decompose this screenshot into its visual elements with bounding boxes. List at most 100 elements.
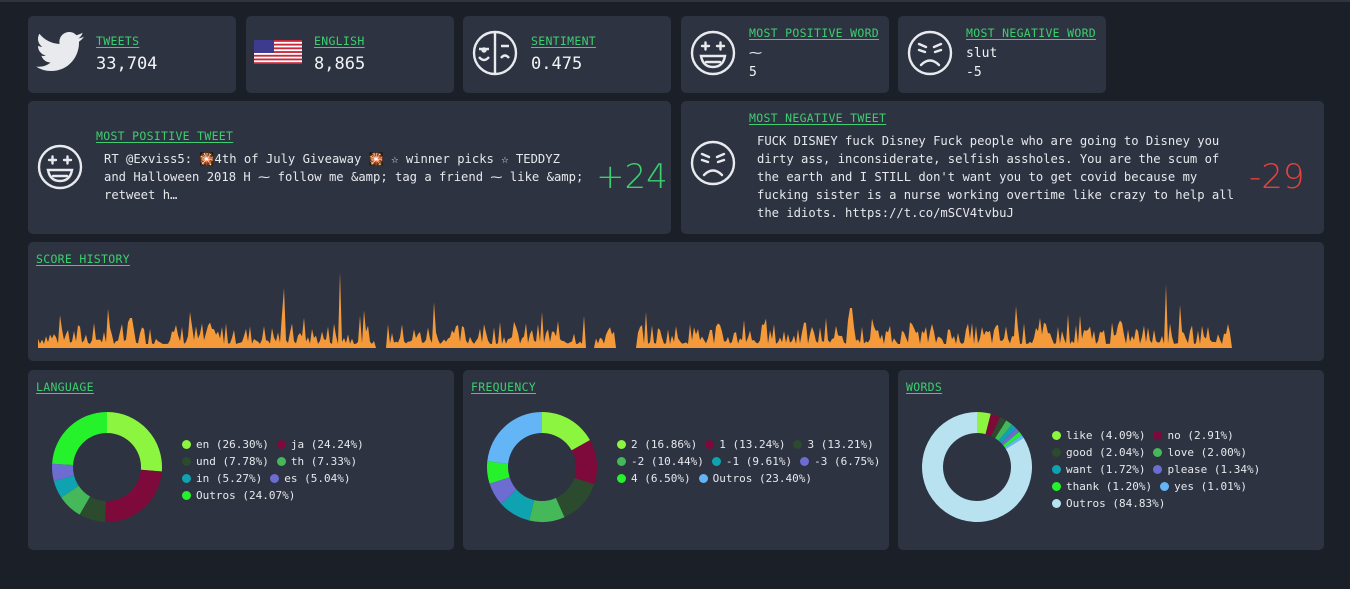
legend-label: thank (1.20%) <box>1066 480 1153 493</box>
us-flag-icon <box>254 40 302 64</box>
most-negative-word-value: slut <box>966 46 998 61</box>
donut-slice <box>107 412 162 472</box>
legend-item[interactable]: 1 (13.24%) <box>705 438 785 451</box>
legend-label: en (26.30%) <box>196 438 269 451</box>
sentiment-card: SENTIMENT 0.475 <box>463 16 671 93</box>
language-card: LANGUAGE en (26.30%) ja (24.24%) und (7.78… <box>28 370 454 550</box>
legend-item[interactable]: es (5.04%) <box>270 472 350 485</box>
score-history-label: SCORE HISTORY <box>36 252 130 266</box>
legend-item[interactable]: en (26.30%) <box>182 438 269 451</box>
tweet-line: retweet h… <box>104 188 178 202</box>
legend-label: -3 (6.75%) <box>814 455 881 468</box>
frequency-label: FREQUENCY <box>471 380 537 394</box>
legend-swatch <box>711 457 721 466</box>
donut-slice <box>105 469 162 522</box>
words-legend: like (4.09%) no (2.91%) good (2.04%) love (… <box>1052 427 1268 512</box>
legend-item[interactable]: love (2.00%) <box>1153 446 1247 459</box>
legend-label: Outros (84.83%) <box>1066 497 1166 510</box>
most-negative-tweet-text: FUCK DISNEY fuck Disney Fuck people who … <box>757 132 1234 222</box>
legend-item[interactable]: please (1.34%) <box>1153 463 1260 476</box>
legend-label: yes (1.01%) <box>1174 480 1247 493</box>
legend-item[interactable]: in (5.27%) <box>182 472 262 485</box>
legend-item[interactable]: -3 (6.75%) <box>800 455 880 468</box>
legend-item[interactable]: want (1.72%) <box>1052 463 1145 476</box>
most-positive-tweet-score: +24 <box>596 157 668 197</box>
legend-row: 2 (16.86%) 1 (13.24%) 3 (13.21%) <box>617 436 888 453</box>
legend-row: und (7.78%) th (7.33%) <box>182 453 372 470</box>
legend-swatch <box>1052 482 1061 491</box>
legend-swatch <box>800 457 810 466</box>
language-label: LANGUAGE <box>36 380 94 394</box>
legend-swatch <box>698 474 708 483</box>
legend-item[interactable]: Outros (84.83%) <box>1052 497 1165 510</box>
most-positive-word-card: MOST POSITIVE WORD ⁓ 5 <box>681 16 889 93</box>
legend-item[interactable]: Outros (23.40%) <box>698 472 812 485</box>
legend-label: 2 (16.86%) <box>631 438 698 451</box>
most-positive-tweet-card: MOST POSITIVE TWEET RT @Exviss5: 🎇4th of… <box>28 101 671 234</box>
tweet-line: the earth and I STILL don't want you to … <box>757 170 1198 184</box>
legend-label: 4 (6.50%) <box>631 472 691 485</box>
legend-swatch <box>705 440 715 449</box>
legend-item[interactable]: no (2.91%) <box>1153 429 1234 442</box>
legend-label: -2 (10.44%) <box>631 455 704 468</box>
legend-item[interactable]: good (2.04%) <box>1052 446 1145 459</box>
legend-item[interactable]: like (4.09%) <box>1052 429 1145 442</box>
legend-label: in (5.27%) <box>196 472 263 485</box>
legend-item[interactable]: Outros (24.07%) <box>182 489 295 502</box>
legend-item[interactable]: thank (1.20%) <box>1052 480 1152 493</box>
legend-label: please (1.34%) <box>1167 463 1261 476</box>
words-donut-chart <box>922 412 1032 522</box>
legend-label: Outros (23.40%) <box>712 472 812 485</box>
frequency-card: FREQUENCY 2 (16.86%) 1 (13.24%) 3 (13.21%)… <box>463 370 889 550</box>
tweet-line: and Halloween 2018 H ⁓ follow me &amp; t… <box>104 170 584 184</box>
legend-item[interactable]: th (7.33%) <box>276 455 358 468</box>
legend-swatch <box>617 457 626 466</box>
tweets-value: 33,704 <box>96 54 158 74</box>
tweets-label: TWEETS <box>96 34 140 48</box>
tweet-line: RT @Exviss5: 🎇4th of July Giveaway 🎇 ☆ w… <box>104 152 560 166</box>
sentiment-value: 0.475 <box>531 54 583 74</box>
legend-item[interactable]: 4 (6.50%) <box>617 472 691 485</box>
legend-label: ja (24.24%) <box>290 438 364 451</box>
most-negative-tweet-card: MOST NEGATIVE TWEET FUCK DISNEY fuck Dis… <box>681 101 1324 234</box>
legend-swatch <box>1052 431 1061 440</box>
legend-item[interactable]: 2 (16.86%) <box>617 438 697 451</box>
most-positive-word-value: ⁓ <box>749 46 762 61</box>
window-top-border <box>0 0 1350 2</box>
legend-swatch <box>1153 465 1163 474</box>
legend-swatch <box>1153 448 1163 457</box>
legend-item[interactable]: yes (1.01%) <box>1160 480 1247 493</box>
legend-swatch <box>1052 448 1061 457</box>
sentiment-mask-icon <box>472 30 518 76</box>
score-history-card: SCORE HISTORY <box>28 242 1324 361</box>
legend-label: Outros (24.07%) <box>196 489 296 502</box>
legend-row: thank (1.20%) yes (1.01%) <box>1052 478 1268 495</box>
legend-row: like (4.09%) no (2.91%) <box>1052 427 1268 444</box>
legend-label: th (7.33%) <box>290 455 358 468</box>
english-value: 8,865 <box>314 54 366 74</box>
twitter-bird-icon <box>36 32 84 71</box>
legend-row: Outros (84.83%) <box>1052 495 1268 512</box>
legend-item[interactable]: und (7.78%) <box>182 455 269 468</box>
words-card: WORDS like (4.09%) no (2.91%) good (2.04%)… <box>898 370 1324 550</box>
most-negative-word-score: -5 <box>966 65 982 80</box>
legend-label: want (1.72%) <box>1066 463 1146 476</box>
legend-swatch <box>276 457 286 466</box>
legend-label: und (7.78%) <box>196 455 269 468</box>
legend-item[interactable]: -1 (9.61%) <box>711 455 793 468</box>
most-negative-tweet-score: -29 <box>1249 157 1305 197</box>
legend-item[interactable]: ja (24.24%) <box>276 438 364 451</box>
tweets-card: TWEETS 33,704 <box>28 16 236 93</box>
legend-item[interactable]: -2 (10.44%) <box>617 455 704 468</box>
legend-swatch <box>617 440 626 449</box>
legend-row: -2 (10.44%) -1 (9.61%) -3 (6.75%) <box>617 453 888 470</box>
legend-swatch <box>182 474 191 483</box>
legend-label: -1 (9.61%) <box>725 455 793 468</box>
legend-label: good (2.04%) <box>1066 446 1146 459</box>
most-positive-word-score: 5 <box>749 65 757 80</box>
legend-swatch <box>270 474 280 483</box>
score-history-chart <box>38 272 1234 348</box>
legend-item[interactable]: 3 (13.21%) <box>793 438 874 451</box>
most-positive-tweet-text: RT @Exviss5: 🎇4th of July Giveaway 🎇 ☆ w… <box>104 150 583 204</box>
words-label: WORDS <box>906 380 943 394</box>
